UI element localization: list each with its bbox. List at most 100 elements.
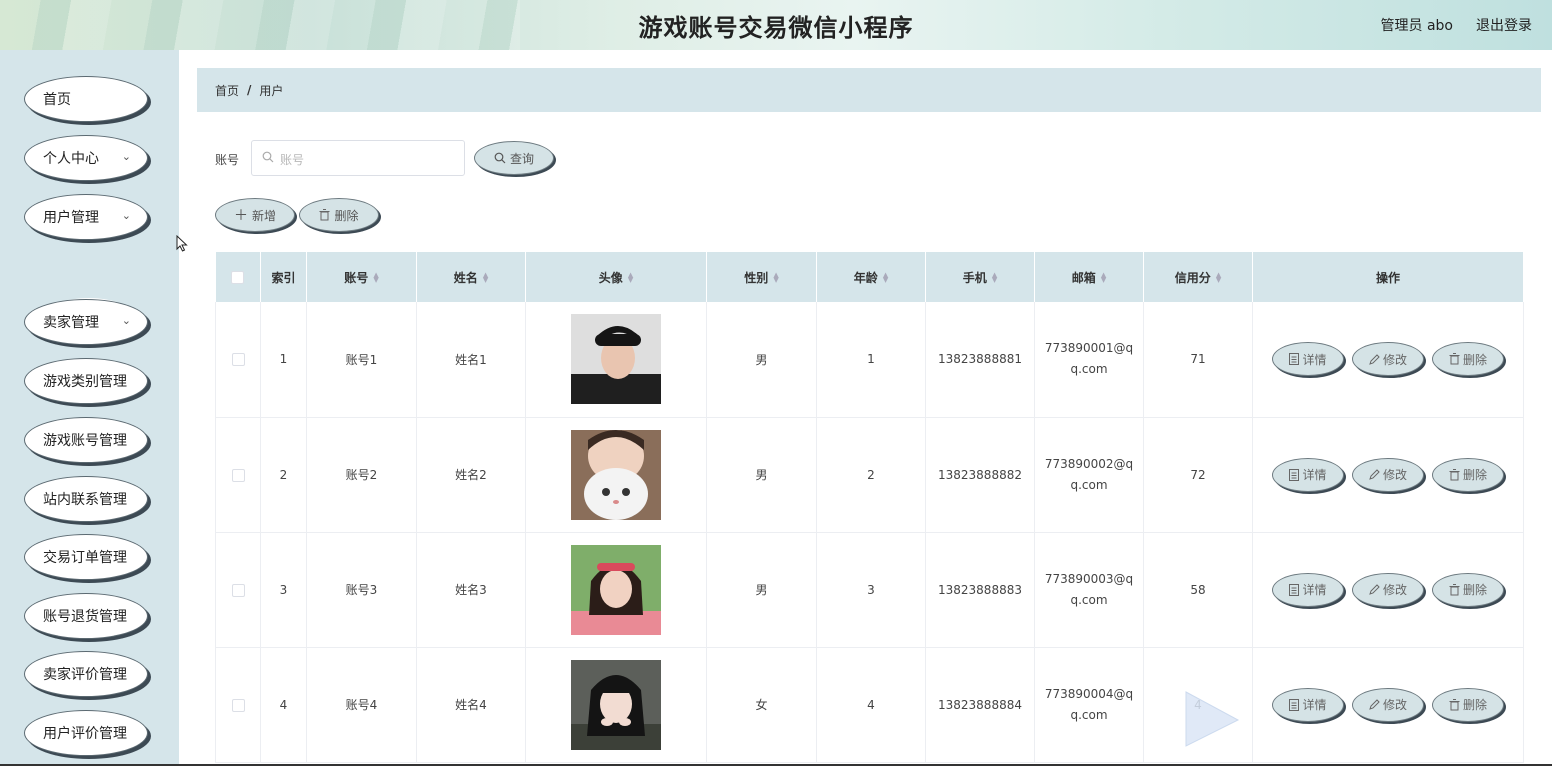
chevron-down-icon: ⌄ xyxy=(121,314,131,327)
detail-button[interactable]: 详情 xyxy=(1272,342,1344,377)
sort-icon[interactable]: ▲ ▼ xyxy=(773,272,778,284)
current-user-label: 管理员 abo xyxy=(1380,18,1453,34)
pencil-icon xyxy=(1369,699,1380,710)
delete-button-label: 删除 xyxy=(1462,352,1487,367)
sidebar-item-home[interactable]: 首页 xyxy=(24,76,148,122)
add-button[interactable]: ＋ 新增 xyxy=(215,198,295,232)
sidebar: 首页 个人中心⌄ 用户管理⌄ 用户 卖家管理⌄ 游戏类别管理 游戏账号管理 站内… xyxy=(0,50,179,766)
sidebar-item-user-management[interactable]: 用户管理 ⌄ xyxy=(24,194,148,240)
sidebar-item-profile[interactable]: 个人中心 ⌄ xyxy=(24,135,148,181)
cell-credit: 72 xyxy=(1143,417,1253,533)
col-gender[interactable]: 性别 ▲ ▼ xyxy=(706,252,817,302)
sidebar-item-user-reviews[interactable]: 用户评价管理 xyxy=(24,710,148,756)
cell-account: 账号1 xyxy=(306,302,417,418)
col-email[interactable]: 邮箱 ▲ ▼ xyxy=(1034,252,1144,302)
edit-button[interactable]: 修改 xyxy=(1352,457,1424,492)
row-select-cell xyxy=(215,532,261,648)
col-name[interactable]: 姓名 ▲ ▼ xyxy=(416,252,526,302)
col-age[interactable]: 年龄 ▲ ▼ xyxy=(816,252,926,302)
query-button[interactable]: 查询 xyxy=(474,141,554,175)
cell-phone: 13823888884 xyxy=(925,647,1035,763)
delete-button[interactable]: 删除 xyxy=(1432,687,1504,722)
row-select-cell xyxy=(215,417,261,533)
sort-icon[interactable]: ▲ ▼ xyxy=(483,272,488,284)
detail-button[interactable]: 详情 xyxy=(1272,457,1344,492)
cell-phone: 13823888881 xyxy=(925,302,1035,418)
col-avatar[interactable]: 头像 ▲ ▼ xyxy=(525,252,707,302)
trash-icon xyxy=(1449,353,1460,365)
cell-ops: 详情 修改 删除 xyxy=(1252,417,1524,533)
row-checkbox[interactable] xyxy=(231,583,245,597)
batch-delete-label: 删除 xyxy=(334,208,359,223)
sort-icon[interactable]: ▲ ▼ xyxy=(1101,272,1106,284)
row-checkbox[interactable] xyxy=(231,468,245,482)
cell-index: 3 xyxy=(260,532,307,648)
edit-button-label: 修改 xyxy=(1382,352,1407,367)
sidebar-item-seller-management[interactable]: 卖家管理 ⌄ xyxy=(24,299,148,345)
sort-icon[interactable]: ▲ ▼ xyxy=(883,272,888,284)
delete-button[interactable]: 删除 xyxy=(1432,572,1504,607)
select-all-checkbox[interactable] xyxy=(231,271,245,284)
cell-credit: 58 xyxy=(1143,532,1253,648)
edit-button-label: 修改 xyxy=(1382,583,1407,597)
edit-button[interactable]: 修改 xyxy=(1352,687,1424,722)
cell-ops: 详情 修改 删除 xyxy=(1252,302,1524,418)
breadcrumb-home[interactable]: 首页 xyxy=(215,82,239,99)
document-icon xyxy=(1289,353,1300,366)
row-checkbox[interactable] xyxy=(231,353,245,367)
cell-email: 773890003@qq.com xyxy=(1034,532,1144,648)
sort-icon[interactable]: ▲ ▼ xyxy=(628,272,633,284)
cell-ops: 详情 修改 删除 xyxy=(1252,532,1524,648)
document-icon xyxy=(1289,468,1300,481)
top-header: 游戏账号交易微信小程序 管理员 abo 退出登录 xyxy=(0,0,1552,50)
trash-icon xyxy=(319,209,330,221)
search-input[interactable]: 账号 xyxy=(251,140,465,176)
document-icon xyxy=(1289,698,1300,711)
search-placeholder: 账号 xyxy=(280,153,305,167)
detail-button-label: 详情 xyxy=(1302,583,1327,597)
sidebar-item-label: 卖家管理 xyxy=(43,315,99,331)
col-account[interactable]: 账号 ▲ ▼ xyxy=(306,252,417,302)
sidebar-item-site-contact[interactable]: 站内联系管理 xyxy=(24,476,148,522)
sort-icon[interactable]: ▲ ▼ xyxy=(1216,272,1221,284)
search-icon xyxy=(262,151,274,163)
detail-button[interactable]: 详情 xyxy=(1272,687,1344,722)
breadcrumb-separator: / xyxy=(247,83,252,97)
cell-name: 姓名3 xyxy=(416,532,526,648)
cell-phone: 13823888882 xyxy=(925,417,1035,533)
col-credit[interactable]: 信用分 ▲ ▼ xyxy=(1143,252,1253,302)
mouse-cursor-icon xyxy=(176,235,188,252)
cell-index: 1 xyxy=(260,302,307,418)
row-checkbox[interactable] xyxy=(231,698,245,712)
cell-gender: 男 xyxy=(706,302,817,418)
table-row: 1 账号1 姓名1 男 1 13823888881 773890001@qq.com 71 详情… xyxy=(215,302,1524,418)
avatar xyxy=(571,314,661,405)
cell-account: 账号2 xyxy=(306,417,417,533)
user-table: 索引 账号 ▲ ▼ 姓名 ▲ ▼ 头像 ▲ ▼ 性别 ▲ ▼ 年龄 ▲ ▼ 手机 ▲ ▼ 邮箱 ▲ ▼ 信用… xyxy=(215,252,1524,763)
edit-button[interactable]: 修改 xyxy=(1352,572,1424,607)
cell-age: 2 xyxy=(816,417,926,533)
sidebar-item-label: 账号退货管理 xyxy=(43,609,127,625)
delete-button[interactable]: 删除 xyxy=(1432,457,1504,492)
cell-email: 773890002@qq.com xyxy=(1034,417,1144,533)
sidebar-item-game-account[interactable]: 游戏账号管理 xyxy=(24,417,148,463)
logout-link[interactable]: 退出登录 xyxy=(1476,15,1532,35)
cell-age: 1 xyxy=(816,302,926,418)
detail-button[interactable]: 详情 xyxy=(1272,572,1344,607)
batch-delete-button[interactable]: 删除 xyxy=(299,198,379,232)
edit-button[interactable]: 修改 xyxy=(1352,342,1424,377)
sidebar-item-game-category[interactable]: 游戏类别管理 xyxy=(24,358,148,404)
trash-icon xyxy=(1449,698,1460,710)
sidebar-item-trade-orders[interactable]: 交易订单管理 xyxy=(24,534,148,580)
email-text: 773890001@qq.com xyxy=(1044,341,1134,377)
sidebar-item-seller-reviews[interactable]: 卖家评价管理 xyxy=(24,651,148,697)
delete-button[interactable]: 删除 xyxy=(1432,342,1504,377)
col-phone[interactable]: 手机 ▲ ▼ xyxy=(925,252,1035,302)
sort-icon[interactable]: ▲ ▼ xyxy=(373,272,378,284)
cell-account: 账号3 xyxy=(306,532,417,648)
cell-age: 3 xyxy=(816,532,926,648)
breadcrumb: 首页 / 用户 xyxy=(197,68,1541,112)
sort-icon[interactable]: ▲ ▼ xyxy=(992,272,997,284)
email-text: 773890002@qq.com xyxy=(1044,456,1134,492)
sidebar-item-account-returns[interactable]: 账号退货管理 xyxy=(24,593,148,639)
